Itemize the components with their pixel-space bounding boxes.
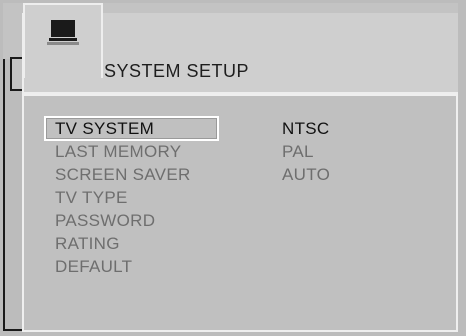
menu-item-default[interactable]: DEFAULT bbox=[55, 257, 132, 277]
option-ntsc[interactable]: NTSC bbox=[282, 119, 329, 139]
option-auto[interactable]: AUTO bbox=[282, 165, 330, 185]
osd-frame: SYSTEM SETUP TV SYSTEM LAST MEMORY SCREE… bbox=[0, 0, 466, 336]
menu-item-tv-system[interactable]: TV SYSTEM bbox=[55, 119, 154, 139]
menu-item-password[interactable]: PASSWORD bbox=[55, 211, 155, 231]
page-title: SYSTEM SETUP bbox=[104, 61, 250, 81]
menu-item-last-memory[interactable]: LAST MEMORY bbox=[55, 142, 181, 162]
menu-item-tv-type[interactable]: TV TYPE bbox=[55, 188, 128, 208]
menu-item-rating[interactable]: RATING bbox=[55, 234, 120, 254]
monitor-icon bbox=[46, 17, 80, 47]
tab-system[interactable] bbox=[23, 3, 103, 78]
option-pal[interactable]: PAL bbox=[282, 142, 314, 162]
menu-item-screen-saver[interactable]: SCREEN SAVER bbox=[55, 165, 191, 185]
